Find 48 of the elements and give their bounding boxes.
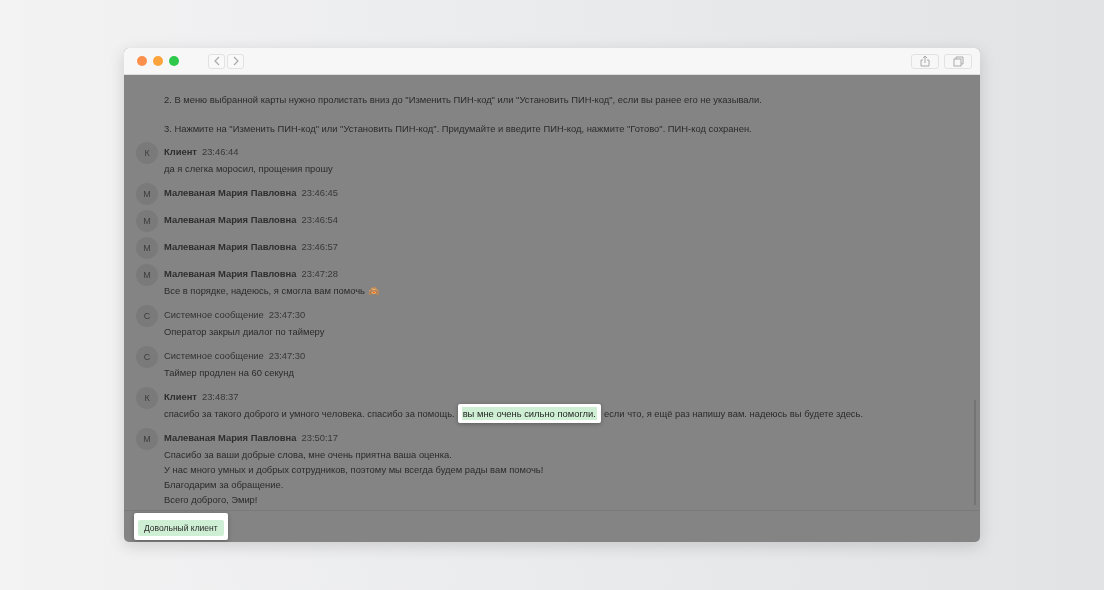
message-text: Таймер продлен на 60 секунд [164, 367, 294, 378]
zoom-button[interactable] [169, 56, 179, 66]
message-time: 23:48:37 [201, 391, 239, 402]
avatar: М [136, 428, 158, 450]
message-text: Оператор закрыл диалог по таймеру [164, 326, 325, 337]
avatar: М [136, 183, 158, 205]
message-text: спасибо за такого доброго и умного человека. спасибо за помощь. [164, 408, 455, 419]
author-name: Системное сообщение [164, 309, 264, 320]
tabs-button[interactable] [944, 53, 972, 69]
message-time: 23:46:57 [301, 241, 338, 252]
author-name: Клиент [164, 391, 197, 402]
message-time: 23:46:44 [201, 146, 239, 157]
minimize-button[interactable] [153, 56, 163, 66]
message-text: Всего доброго, Эмир! [164, 494, 258, 505]
instruction-text: 2. В меню выбранной карты нужно пролистать вниз до "Изменить ПИН-код" или "Установить ПИН-код", если вы ранее его не указывали. [164, 94, 763, 105]
message-time: 23:46:54 [301, 214, 338, 225]
avatar: М [136, 210, 158, 232]
avatar: М [136, 264, 158, 286]
author-name: Клиент [164, 146, 197, 157]
close-button[interactable] [137, 56, 147, 66]
message-text: если что, я ещё раз напишу вам. надеюсь вы будете здесь. [603, 408, 864, 419]
message-time: 23:47:30 [268, 309, 306, 320]
instruction-text: 3. Нажмите на "Изменить ПИН-код" или "Установить ПИН-код". Придумайте и введите ПИН-код, нажмите "Готово". ПИН-код сохранен. [164, 123, 753, 134]
tag: Довольный клиент [134, 513, 228, 540]
tabs-icon [952, 55, 964, 67]
back-button[interactable] [208, 53, 225, 69]
message-time: 23:46:45 [301, 187, 338, 198]
message-text: Спасибо за ваши добрые слова, мне очень приятна ваша оценка. [164, 449, 452, 460]
author-name: Системное сообщение [164, 350, 264, 361]
message-text: Благодарим за обращение. [164, 479, 284, 490]
author-name: Малеваная Мария Павловна [164, 187, 297, 198]
author-name: Малеваная Мария Павловна [164, 432, 297, 443]
forward-button[interactable] [227, 53, 244, 69]
message-time: 23:50:17 [301, 432, 338, 443]
chevron-right-icon [231, 56, 240, 66]
message-text: Все в порядке, надеюсь, я смогла вам помочь 🙈 [164, 285, 380, 296]
message-time: 23:47:30 [268, 350, 306, 361]
highlighted-phrase: вы мне очень сильно помогли. [457, 404, 601, 423]
share-button[interactable] [911, 53, 939, 69]
message-text: У нас много умных и добрых сотрудников, поэтому мы всегда будем рады вам помочь! [164, 464, 544, 475]
chevron-left-icon [212, 56, 221, 66]
author-name: Малеваная Мария Павловна [164, 241, 297, 252]
message-text: да я слегка моросил, прощения прошу [164, 163, 333, 174]
avatar: М [136, 237, 158, 259]
author-name: Малеваная Мария Павловна [164, 214, 297, 225]
author-name: Малеваная Мария Павловна [164, 268, 297, 279]
message-time: 23:47:28 [301, 268, 338, 279]
share-icon [920, 55, 930, 67]
